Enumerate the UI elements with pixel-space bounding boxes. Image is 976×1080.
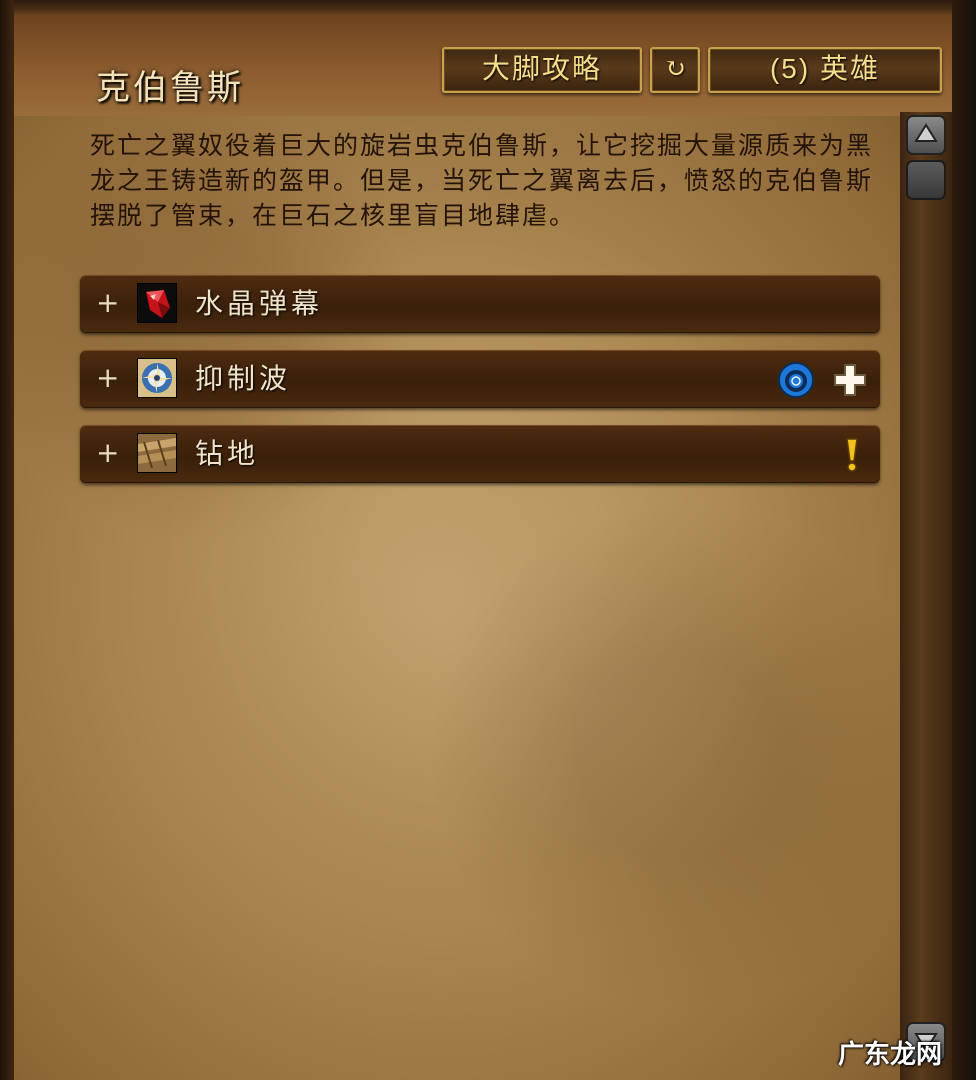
watermark: 广东龙网 [838,1040,943,1070]
important-icon [840,437,864,473]
ability-header-crystal-barrage[interactable]: + 水晶弹幕 [80,275,880,333]
ability-list: + 水晶弹幕 + 抑制波 + 钻地 [80,275,880,500]
encounter-title: 克伯鲁斯 [96,68,244,108]
red-crystal-icon [137,283,177,323]
expand-icon[interactable]: + [96,287,119,319]
difficulty-button[interactable]: (5) 英雄 [708,47,942,93]
ability-header-burrow[interactable]: + 钻地 [80,425,880,483]
frame-left-border [0,0,14,1080]
scrollbar-track[interactable] [900,112,952,1080]
refresh-icon: ↻ [664,54,686,84]
dampening-wave-icon [137,358,177,398]
scroll-up-button[interactable] [906,115,946,155]
ability-label: 抑制波 [195,362,292,395]
expand-icon[interactable]: + [96,362,119,394]
frame-right-edge [952,0,976,1080]
ability-header-dampening-wave[interactable]: + 抑制波 [80,350,880,408]
ability-label: 水晶弹幕 [195,287,324,320]
scroll-thumb[interactable] [906,160,946,200]
guide-button[interactable]: 大脚攻略 [442,47,642,93]
healer-icon [832,362,868,398]
encounter-description: 死亡之翼奴役着巨大的旋岩虫克伯鲁斯，让它挖掘大量源质来为黑龙之王铸造新的盔甲。但… [90,131,874,230]
burrow-icon [137,433,177,473]
expand-icon[interactable]: + [96,437,119,469]
ability-label: 钻地 [195,437,260,470]
interrupt-icon [778,362,814,398]
arrow-up-icon [914,123,938,142]
frame-top-border [0,0,976,17]
reset-button[interactable]: ↻ [650,47,700,93]
